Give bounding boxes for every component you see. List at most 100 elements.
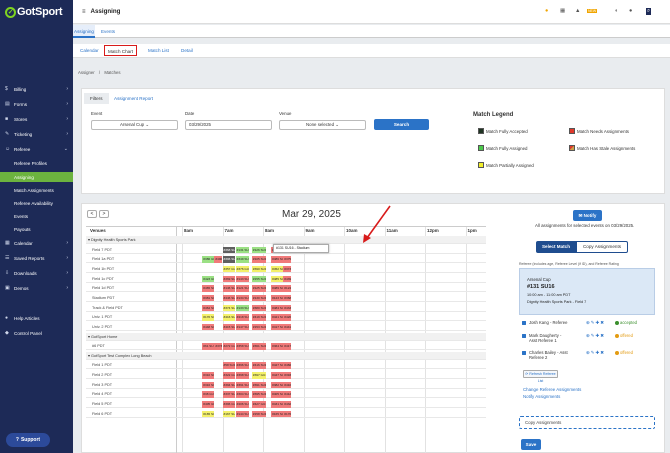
help-circle-icon[interactable]: ● (545, 8, 548, 14)
match-block[interactable]: #337 SU15 - Field Fo (222, 391, 236, 398)
sidebar-item-calendar[interactable]: ▦ Calendar › (0, 238, 73, 248)
menu-icon[interactable]: ≡ (82, 9, 86, 15)
match-block[interactable]: #441 SU15 (283, 323, 291, 331)
assignment-action-icons[interactable]: ⊕✎✚✖ (586, 320, 605, 326)
gotsport-logo[interactable]: ✓ GotSport (0, 0, 73, 24)
next-day-button[interactable]: > (99, 210, 109, 218)
match-block[interactable]: #396 SU15 - B2010 Ge (222, 256, 236, 263)
sidebar-item-control-panel[interactable]: ◆ Control Panel (0, 328, 73, 338)
assignment-action-icons[interactable]: ⊕✎✚✖ (586, 333, 605, 339)
view-tab-match-list[interactable]: Match List (145, 45, 172, 56)
assignment-action-icons[interactable]: ⊕✎✚✖ (586, 350, 605, 356)
match-block[interactable]: #448 SU15 - B2010 (202, 323, 214, 331)
sidebar-item-downloads[interactable]: ⇩ Downloads › (0, 268, 73, 278)
match-block[interactable]: #61 SU15 - Shadow C (202, 343, 214, 350)
match-block[interactable]: #167 SU16 - Endzone (222, 410, 236, 418)
match-block[interactable]: #123 SU16 - Gotsport (271, 294, 283, 302)
match-block[interactable]: #373 GU15 (214, 343, 222, 350)
match-block[interactable]: #464 SU15 - B2010 Ge (202, 304, 214, 312)
match-block[interactable]: #439 SU15 (283, 275, 291, 283)
sidebar-item-stores[interactable]: ■ Stores › (0, 114, 73, 124)
tab-assigning[interactable]: Assigning (73, 25, 95, 38)
match-block[interactable]: #452 SU15 - Golden (271, 265, 283, 273)
sidebar-item-saved-reports[interactable]: ☰ Saved Reports › (0, 253, 73, 263)
match-block[interactable]: #417 SU16 - Endzone (271, 323, 283, 331)
match-block[interactable]: #490 SU15 (214, 256, 222, 263)
match-block[interactable]: #165 SU16 - Endzone (271, 410, 283, 418)
match-block[interactable]: #124 SU16 (283, 285, 291, 292)
search-icon[interactable]: ⌕ (646, 8, 652, 15)
match-block[interactable]: #393 SU15 (283, 372, 291, 379)
match-block[interactable]: #433 SU15 (283, 304, 291, 312)
match-block[interactable]: #153 SU16 - Endzone (251, 323, 266, 331)
match-block[interactable]: #395 SU15 - Field Fo (251, 391, 266, 398)
search-button[interactable]: Search (374, 119, 429, 130)
match-block[interactable]: #322 GU15 - Quest U (222, 372, 236, 379)
match-block[interactable]: #304 SU15 - Field Fo (235, 391, 250, 398)
match-block[interactable]: #374 SU15 - Stadium (222, 304, 236, 312)
prev-day-button[interactable]: < (87, 210, 97, 218)
match-block[interactable]: #396 SU15 - Shadow (235, 362, 250, 369)
match-block[interactable]: #155 SU16 - Golden (251, 275, 266, 283)
assignment-checkbox[interactable] (522, 334, 526, 338)
match-block[interactable]: #396 GU15 - Goal Get (222, 401, 236, 408)
match-block[interactable]: #358 SU15 - Golden (235, 343, 250, 350)
match-block[interactable]: #419 SU16 - Endzone (251, 314, 266, 321)
match-block[interactable]: #486 SU15 - Golden (271, 256, 283, 263)
match-block[interactable]: #418 SU16 - Endzone (235, 314, 250, 321)
match-block[interactable]: #361 SU15 - Shadow (251, 343, 266, 350)
view-tab-match-chart[interactable]: Match Chart (104, 45, 138, 56)
match-block[interactable]: #176 SU16 (283, 410, 291, 418)
match-block[interactable]: #143 SU16 - Golden (235, 275, 250, 283)
sidebar-item-help-articles[interactable]: ● Help Articles (0, 313, 73, 323)
match-block[interactable]: #417 SU16 (283, 343, 291, 350)
sidebar-item-assigning[interactable]: Assigning (0, 172, 73, 182)
support-button[interactable]: ? Support (6, 433, 50, 447)
match-block[interactable]: #368 SU15 (283, 294, 291, 302)
match-block[interactable]: #382 SU15 - Union F (271, 381, 283, 389)
match-block[interactable]: #405 SU15 - Field Fo (271, 391, 283, 398)
save-button[interactable]: Save (521, 439, 541, 450)
user-icon[interactable]: ● (629, 8, 632, 14)
match-block[interactable]: #406 SU15 - Twilight (235, 401, 250, 408)
match-block[interactable]: #369 SU15 - B2010 (222, 275, 236, 283)
sidebar-item-ticketing[interactable]: ✎ Ticketing › (0, 129, 73, 139)
view-tab-calendar[interactable]: Calendar (77, 45, 102, 56)
select-match-button[interactable]: Select Match (536, 241, 576, 253)
match-block[interactable]: #431 SU15 - Shadow (271, 401, 283, 408)
sidebar-item-referee-availability[interactable]: Referee Availability (0, 198, 73, 208)
tab-events[interactable]: Events (97, 25, 119, 38)
breadcrumb-root[interactable]: Assigner (78, 70, 95, 75)
match-block[interactable]: #375 SU15 (283, 256, 291, 263)
sidebar-item-demos[interactable]: ▣ Demos › (0, 283, 73, 293)
match-block[interactable]: #466 GU15 (283, 362, 291, 369)
bell-icon[interactable]: ▲ (575, 8, 580, 14)
match-block[interactable]: #391 SU15 - Union P (235, 381, 250, 389)
sidebar-item-events[interactable]: Events (0, 211, 73, 221)
match-block[interactable]: #165 SU16 - Endzone (202, 410, 214, 418)
match-block[interactable]: #432 SU15 (283, 401, 291, 408)
date-field[interactable]: 03/29/2025 (185, 120, 272, 130)
match-block[interactable]: #126 SU16 - Golden (251, 246, 266, 254)
match-block[interactable]: #427 SU15 - GotSpor (271, 362, 283, 369)
match-block[interactable]: #146 SU16 - Union L (222, 285, 236, 292)
match-block[interactable]: #158 SU16 - Endzone (251, 410, 266, 418)
new-badge[interactable]: NEW (587, 9, 598, 13)
match-block[interactable]: #105 SU16 - Noble (251, 256, 266, 263)
match-block[interactable]: #125 SU16 - Angeles (251, 285, 266, 292)
match-block[interactable]: #376 GU15 - Quest U (235, 265, 250, 273)
match-block[interactable]: #394 SU15 - Shadow (222, 381, 236, 389)
match-block[interactable]: #446 SU15 - Goal Get (222, 294, 236, 302)
match-block[interactable]: #485 SU15 - Golden (271, 275, 283, 283)
match-block[interactable]: #398 SU15 - Union P (235, 372, 250, 379)
assignment-checkbox[interactable] (522, 321, 526, 325)
match-block[interactable]: #386 GU15 - Noble (202, 256, 214, 263)
match-block[interactable]: #272 GU15 - GOTJ5 (222, 343, 236, 350)
match-block[interactable]: #416 SU15 - GotSpor (251, 362, 266, 369)
notify-button[interactable]: ✉ Notify (573, 210, 602, 221)
match-block[interactable]: #147 SU16 - Endzone (235, 323, 250, 331)
venue-select[interactable]: None selected ⌄ (279, 120, 366, 130)
match-block[interactable]: #373 SU15 (283, 265, 291, 273)
match-block[interactable]: #427 GU15 - Shadow (251, 401, 266, 408)
sidebar-item-referee-profiles[interactable]: Referee Profiles (0, 158, 73, 168)
